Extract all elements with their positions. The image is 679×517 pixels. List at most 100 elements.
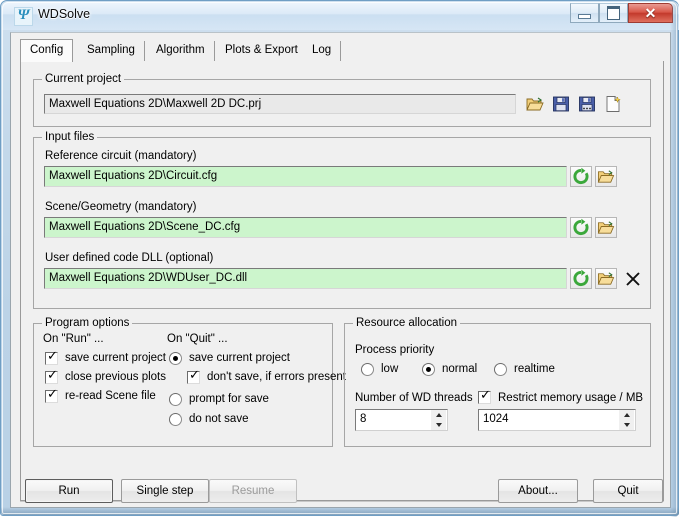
run-button[interactable]: Run bbox=[25, 479, 113, 503]
restrict-memory-usage-label: Restrict memory usage / MB bbox=[498, 392, 644, 404]
close-icon: ✕ bbox=[629, 4, 672, 22]
application-window: Ψ WDSolve ✕ Config Sampling Algorithm Pl… bbox=[0, 0, 679, 517]
user-dll-label: User defined code DLL (optional) bbox=[45, 252, 214, 264]
input-files-caption: Input files bbox=[42, 131, 98, 143]
spinner-down-icon[interactable] bbox=[619, 420, 634, 430]
check-tick-icon: ✓ bbox=[47, 368, 58, 383]
tab-plots-export-label: Plots & Export bbox=[225, 44, 298, 56]
tab-log-label: Log bbox=[312, 44, 332, 56]
program-options-caption: Program options bbox=[42, 317, 133, 329]
radio-quit-prompt-for-save[interactable] bbox=[169, 393, 182, 406]
memory-limit-spinner[interactable]: 1024 bbox=[478, 409, 636, 431]
client-area: Config Sampling Algorithm Plots & Export… bbox=[10, 32, 671, 508]
folder-open-icon bbox=[597, 170, 615, 183]
user-dll-field[interactable]: Maxwell Equations 2D\WDUser_DC.dll bbox=[44, 268, 567, 289]
radio-quit-save-current-project[interactable] bbox=[169, 352, 182, 365]
quit-button[interactable]: Quit bbox=[593, 479, 663, 503]
window-frame-right-edge bbox=[670, 1, 678, 517]
scene-geometry-reload-button[interactable] bbox=[570, 217, 592, 238]
radio-dot-icon bbox=[173, 356, 178, 361]
radio-priority-low[interactable] bbox=[361, 363, 374, 376]
wd-threads-value: 8 bbox=[360, 413, 367, 425]
checkbox-reread-scene-file[interactable]: ✓ bbox=[45, 387, 58, 403]
check-tick-icon: ✓ bbox=[47, 349, 58, 364]
radio-priority-realtime[interactable] bbox=[494, 363, 507, 376]
minimize-icon bbox=[571, 4, 598, 22]
on-quit-heading: On "Quit" ... bbox=[167, 333, 228, 345]
reference-circuit-browse-button[interactable] bbox=[595, 166, 617, 187]
user-dll-browse-button[interactable] bbox=[595, 268, 617, 289]
folder-open-icon bbox=[597, 221, 615, 234]
checkbox-save-current-project-run-label: save current project bbox=[65, 352, 166, 364]
tab-sampling-label: Sampling bbox=[87, 44, 135, 56]
close-button[interactable]: ✕ bbox=[628, 3, 673, 23]
close-glyph: ✕ bbox=[644, 5, 657, 21]
window-frame-bottom-edge bbox=[1, 507, 679, 515]
resource-allocation-caption: Resource allocation bbox=[353, 317, 461, 329]
checkbox-close-previous-plots-label: close previous plots bbox=[65, 371, 166, 383]
maximize-button[interactable] bbox=[599, 3, 628, 23]
tab-strip: Config Sampling Algorithm Plots & Export… bbox=[20, 39, 664, 62]
spinner-up-icon[interactable] bbox=[431, 410, 446, 420]
resume-button: Resume bbox=[209, 479, 297, 503]
current-project-caption: Current project bbox=[42, 73, 125, 85]
check-tick-icon: ✓ bbox=[189, 368, 200, 383]
single-step-button[interactable]: Single step bbox=[121, 479, 209, 503]
folder-open-icon bbox=[597, 272, 615, 285]
refresh-icon bbox=[573, 218, 589, 235]
check-tick-icon: ✓ bbox=[47, 387, 58, 402]
save-project-as-button[interactable] bbox=[576, 93, 598, 115]
radio-dot-icon bbox=[426, 367, 431, 372]
checkbox-dont-save-if-errors[interactable]: ✓ bbox=[187, 368, 200, 384]
window-title: WDSolve bbox=[38, 7, 91, 21]
refresh-icon bbox=[573, 269, 589, 286]
user-dll-reload-button[interactable] bbox=[570, 268, 592, 289]
close-x-icon bbox=[626, 272, 640, 286]
radio-quit-prompt-for-save-label: prompt for save bbox=[189, 393, 269, 405]
wd-threads-spin-arrows[interactable] bbox=[431, 410, 446, 430]
check-tick-icon: ✓ bbox=[480, 388, 491, 403]
tab-config[interactable]: Config bbox=[20, 39, 74, 62]
radio-priority-normal[interactable] bbox=[422, 363, 435, 376]
refresh-icon bbox=[573, 167, 589, 184]
radio-priority-low-label: low bbox=[381, 363, 399, 375]
wdsolve-logo-icon: Ψ bbox=[14, 7, 33, 26]
tab-algorithm-label: Algorithm bbox=[156, 44, 205, 56]
about-button[interactable]: About... bbox=[498, 479, 578, 503]
spinner-down-icon[interactable] bbox=[431, 420, 446, 430]
radio-quit-do-not-save[interactable] bbox=[169, 413, 182, 426]
minimize-button[interactable] bbox=[570, 3, 599, 23]
memory-limit-value: 1024 bbox=[483, 413, 509, 425]
on-run-heading: On "Run" ... bbox=[43, 333, 104, 345]
wd-threads-spinner[interactable]: 8 bbox=[355, 409, 448, 431]
memory-limit-spin-arrows[interactable] bbox=[619, 410, 634, 430]
spinner-up-icon[interactable] bbox=[619, 410, 634, 420]
reference-circuit-field[interactable]: Maxwell Equations 2D\Circuit.cfg bbox=[44, 166, 567, 187]
radio-quit-do-not-save-label: do not save bbox=[189, 413, 249, 425]
new-project-button[interactable] bbox=[602, 93, 624, 115]
radio-quit-save-current-project-label: save current project bbox=[189, 352, 290, 364]
tab-log[interactable]: Log bbox=[303, 41, 342, 61]
current-project-path-field[interactable]: Maxwell Equations 2D\Maxwell 2D DC.prj bbox=[44, 94, 516, 114]
maximize-icon bbox=[600, 4, 627, 22]
tab-sampling[interactable]: Sampling bbox=[78, 41, 145, 61]
reference-circuit-reload-button[interactable] bbox=[570, 166, 592, 187]
scene-geometry-browse-button[interactable] bbox=[595, 217, 617, 238]
tab-plots-export[interactable]: Plots & Export bbox=[216, 41, 308, 61]
user-dll-clear-button[interactable] bbox=[621, 267, 643, 289]
reference-circuit-label: Reference circuit (mandatory) bbox=[45, 150, 197, 162]
checkbox-close-previous-plots[interactable]: ✓ bbox=[45, 368, 58, 384]
checkbox-restrict-memory-usage[interactable]: ✓ bbox=[478, 388, 491, 404]
open-project-button[interactable] bbox=[524, 93, 546, 115]
title-bar[interactable]: Ψ WDSolve ✕ bbox=[2, 2, 679, 30]
checkbox-reread-scene-file-label: re-read Scene file bbox=[65, 390, 156, 402]
checkbox-dont-save-if-errors-label: don't save, if errors present bbox=[207, 371, 346, 383]
tab-algorithm[interactable]: Algorithm bbox=[147, 41, 215, 61]
scene-geometry-field[interactable]: Maxwell Equations 2D\Scene_DC.cfg bbox=[44, 217, 567, 238]
radio-priority-normal-label: normal bbox=[442, 363, 478, 375]
save-project-button[interactable] bbox=[550, 93, 572, 115]
process-priority-heading: Process priority bbox=[355, 344, 435, 356]
checkbox-save-current-project-run[interactable]: ✓ bbox=[45, 349, 58, 365]
wd-threads-label: Number of WD threads bbox=[355, 392, 473, 404]
scene-geometry-label: Scene/Geometry (mandatory) bbox=[45, 201, 197, 213]
